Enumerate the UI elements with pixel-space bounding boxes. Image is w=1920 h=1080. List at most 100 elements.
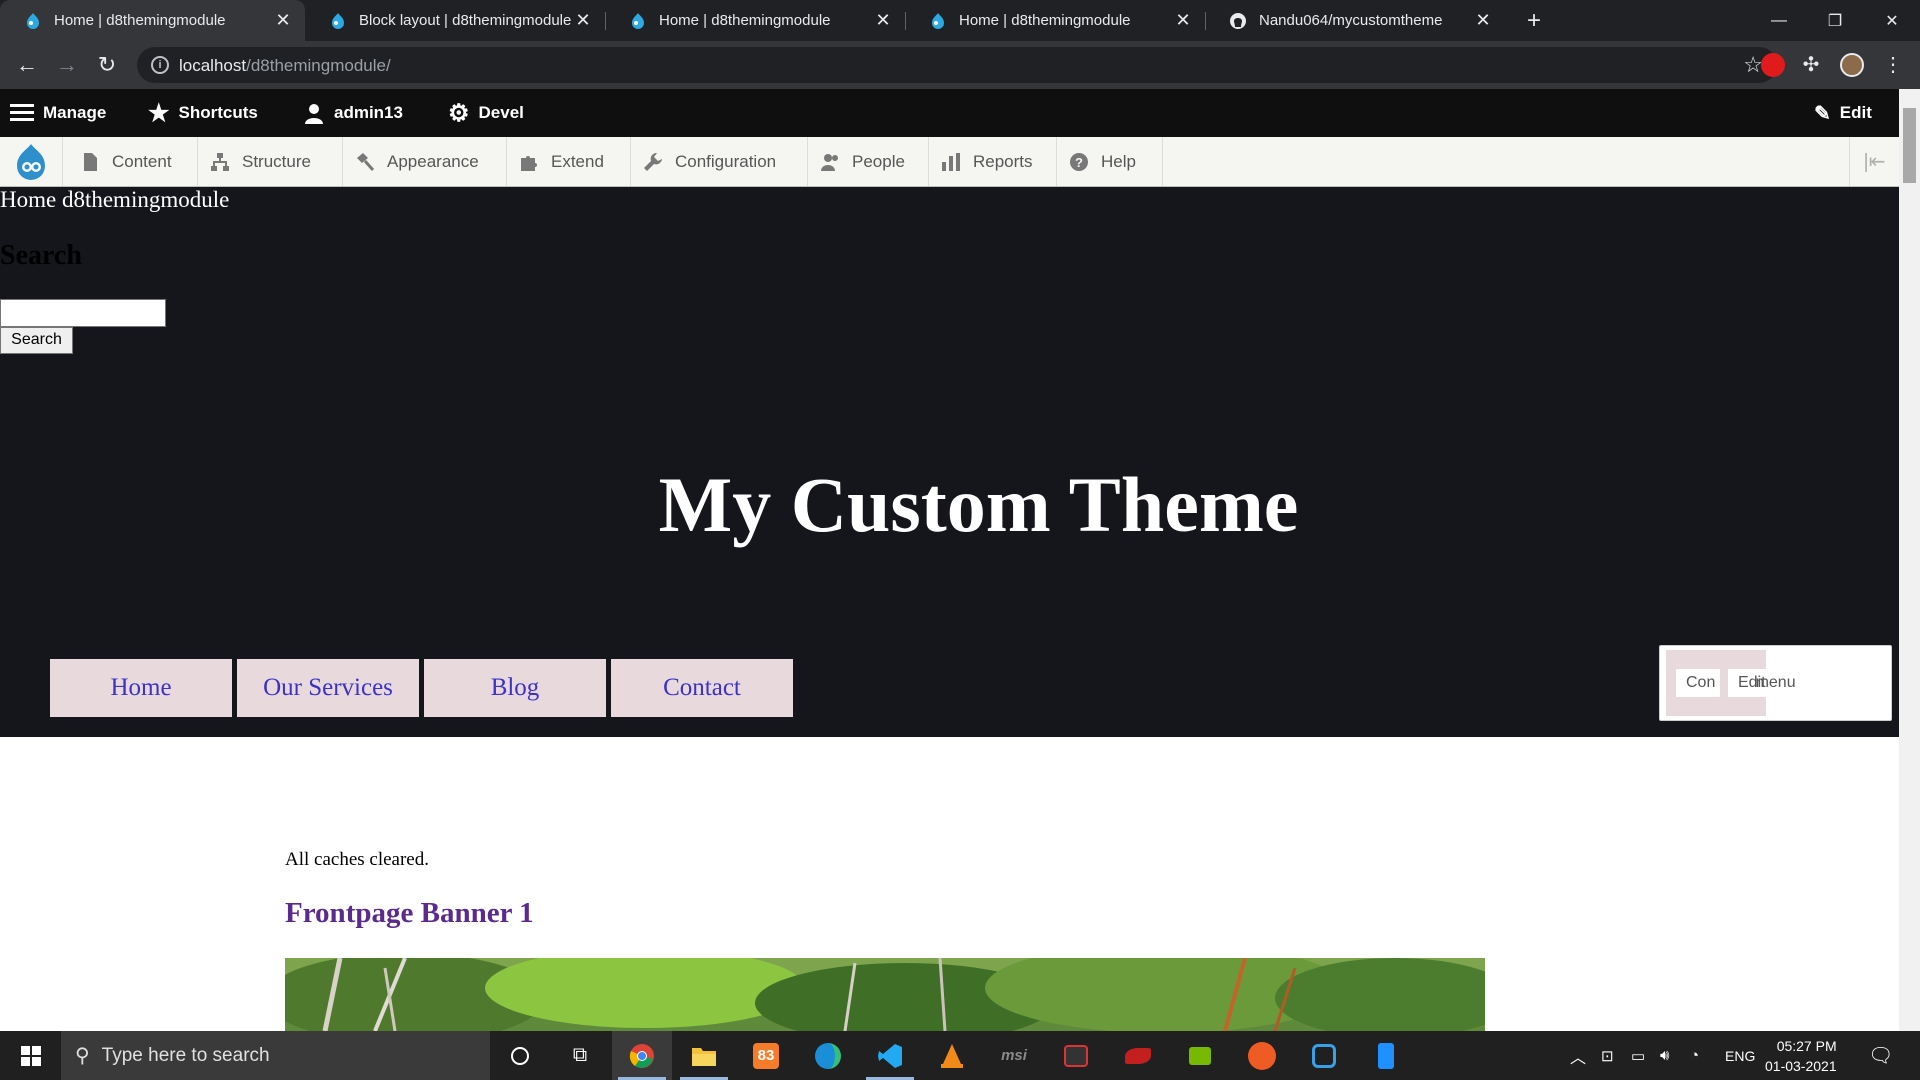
url-text: localhost/d8themingmodule/ (179, 56, 391, 75)
page-scrollbar[interactable] (1899, 89, 1920, 1031)
manage-button[interactable]: Manage (10, 89, 106, 137)
browser-tab[interactable]: Block layout | d8themingmodule ✕ (305, 0, 606, 41)
tray-item-content[interactable]: Content (68, 137, 198, 186)
tray-item-label: People (852, 151, 905, 171)
clock[interactable]: 05:27 PM 01-03-2021 (1765, 1031, 1837, 1080)
address-bar[interactable]: i localhost/d8themingmodule/ ☆ (137, 47, 1777, 83)
tray-item-people[interactable]: People (808, 137, 929, 186)
collapse-tray-icon[interactable]: |⇤ (1849, 137, 1899, 186)
main-menu-contact[interactable]: Contact (611, 659, 793, 717)
help-icon: ? (1070, 152, 1088, 171)
admin-tray: Content Structure Appearance Extend Conf… (0, 137, 1899, 187)
tab-title: Block layout | d8themingmodule (359, 12, 571, 29)
main-menu-our-services[interactable]: Our Services (237, 659, 419, 717)
devel-button[interactable]: ⚙ Devel (448, 89, 524, 137)
main-menu-home[interactable]: Home (50, 659, 232, 717)
banner-title[interactable]: Frontpage Banner 1 (285, 897, 534, 930)
tray-item-configuration[interactable]: Configuration (631, 137, 808, 186)
document-icon (84, 152, 97, 171)
tab-close-icon[interactable]: ✕ (271, 10, 295, 31)
tray-item-label: Extend (551, 151, 604, 171)
xampp-icon[interactable]: 83 (736, 1031, 796, 1080)
app-icon[interactable] (1294, 1031, 1354, 1080)
site-title: My Custom Theme (658, 461, 1299, 548)
edit-button[interactable]: ✎ Edit (1814, 89, 1872, 137)
volume-icon[interactable]: 🔊︎ (1660, 1031, 1669, 1080)
search-button[interactable]: Search (0, 327, 73, 354)
tab-close-icon[interactable]: ✕ (1471, 10, 1495, 31)
language-indicator[interactable]: ENG (1725, 1031, 1755, 1080)
contextual-button[interactable]: Con (1676, 669, 1720, 697)
banner-image (285, 958, 1485, 1031)
shortcuts-button[interactable]: ★ Shortcuts (148, 89, 258, 137)
new-tab-button[interactable]: + (1519, 6, 1549, 36)
tray-item-reports[interactable]: Reports (929, 137, 1057, 186)
chrome-app-icon[interactable] (612, 1031, 672, 1080)
close-window-button[interactable]: ✕ (1864, 0, 1920, 41)
browser-tab[interactable]: Home | d8themingmodule ✕ (905, 0, 1206, 41)
task-view-icon[interactable]: ⧉ (550, 1031, 610, 1080)
tray-item-appearance[interactable]: Appearance (343, 137, 507, 186)
search-placeholder: Type here to search (101, 1044, 270, 1066)
drupal-logo-icon[interactable] (0, 137, 63, 186)
taskbar-search-box[interactable]: ⚲ Type here to search (61, 1031, 490, 1080)
wrench-icon (644, 152, 662, 171)
tray-item-structure[interactable]: Structure (198, 137, 343, 186)
cortana-icon[interactable] (490, 1031, 550, 1080)
tab-close-icon[interactable]: ✕ (871, 10, 895, 31)
site-info-icon[interactable]: i (151, 56, 169, 74)
browser-tab[interactable]: Home | d8themingmodule ✕ (0, 0, 305, 41)
edit-menu-button[interactable]: Editmenu (1728, 669, 1818, 697)
drupal-favicon-icon (332, 12, 344, 29)
browser-tab[interactable]: Nandu064/mycustomtheme ✕ (1205, 0, 1505, 41)
forward-arrow-icon[interactable]: → (51, 49, 83, 81)
msi-icon[interactable]: msi (984, 1031, 1044, 1080)
postman-icon[interactable] (1232, 1031, 1292, 1080)
wifi-icon[interactable]: ◔ (1690, 1031, 1699, 1080)
tab-title: Home | d8themingmodule (659, 12, 831, 29)
main-menu-blog[interactable]: Blog (424, 659, 606, 717)
bar-chart-icon (942, 152, 960, 171)
browser-tab[interactable]: Home | d8themingmodule ✕ (605, 0, 906, 41)
star-icon: ★ (148, 99, 170, 127)
show-hidden-icons-icon[interactable]: ︿ (1570, 1031, 1586, 1080)
tray-item-help[interactable]: ? Help (1057, 137, 1163, 186)
notification-icon[interactable]: 🗨︎ (1868, 1031, 1893, 1080)
extension-icon[interactable] (1761, 53, 1785, 77)
user-icon (305, 104, 323, 124)
vscode-icon[interactable] (860, 1031, 920, 1080)
restore-button[interactable]: ❐ (1807, 0, 1863, 41)
minimize-button[interactable]: — (1751, 0, 1807, 41)
app-icon[interactable] (1356, 1031, 1416, 1080)
browser-menu-icon[interactable]: ⋮ (1881, 53, 1905, 77)
vlc-icon[interactable] (922, 1031, 982, 1080)
extensions-puzzle-icon[interactable]: ✣ (1799, 53, 1823, 77)
site-logo-broken-image[interactable]: Home d8themingmodule (0, 187, 229, 213)
tray-item-extend[interactable]: Extend (507, 137, 631, 186)
tray-item-label: Content (112, 151, 172, 171)
menu-label: menu (1755, 674, 1796, 691)
tab-close-icon[interactable]: ✕ (1171, 10, 1195, 31)
tray-item-label: Structure (242, 151, 311, 171)
file-explorer-icon[interactable] (674, 1031, 734, 1080)
scrollbar-thumb[interactable] (1903, 108, 1916, 183)
reload-icon[interactable]: ↻ (91, 49, 123, 81)
windows-start-icon[interactable] (0, 1031, 61, 1080)
app-icon[interactable] (1046, 1031, 1106, 1080)
edge-icon[interactable] (798, 1031, 858, 1080)
hamburger-icon (10, 104, 34, 121)
usb-icon[interactable]: ⊡ (1601, 1031, 1614, 1080)
logo-alt-text: Home d8themingmodule (0, 187, 230, 212)
user-button[interactable]: admin13 (303, 89, 403, 137)
search-input[interactable] (0, 299, 166, 327)
shortcuts-label: Shortcuts (178, 103, 258, 122)
devel-label: Devel (478, 103, 524, 122)
nvidia-icon[interactable] (1170, 1031, 1230, 1080)
profile-avatar[interactable] (1840, 53, 1864, 77)
battery-icon[interactable]: ▭ (1631, 1031, 1645, 1080)
back-arrow-icon[interactable]: ← (11, 49, 43, 81)
tab-close-icon[interactable]: ✕ (571, 10, 595, 31)
search-icon: ⚲ (75, 1045, 90, 1067)
tray-item-label: Help (1101, 151, 1136, 171)
dragon-center-icon[interactable] (1108, 1031, 1168, 1080)
